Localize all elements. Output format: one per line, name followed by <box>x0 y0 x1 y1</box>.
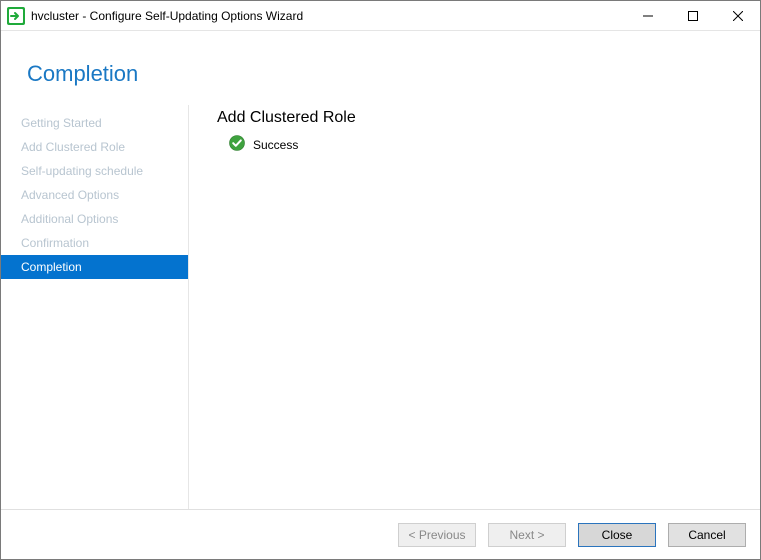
close-window-button[interactable] <box>715 1 760 30</box>
window-controls <box>625 1 760 30</box>
status-row: Success <box>217 135 736 154</box>
titlebar-title: hvcluster - Configure Self-Updating Opti… <box>31 9 625 23</box>
sidebar-item-add-clustered-role[interactable]: Add Clustered Role <box>1 135 188 159</box>
sidebar-item-completion[interactable]: Completion <box>1 255 188 279</box>
content-row: Getting Started Add Clustered Role Self-… <box>1 105 760 509</box>
wizard-steps-sidebar: Getting Started Add Clustered Role Self-… <box>1 105 189 509</box>
sidebar-item-advanced-options[interactable]: Advanced Options <box>1 183 188 207</box>
app-icon <box>7 7 25 25</box>
close-button[interactable]: Close <box>578 523 656 547</box>
sidebar-item-additional-options[interactable]: Additional Options <box>1 207 188 231</box>
status-text: Success <box>253 138 298 152</box>
button-bar: < Previous Next > Close Cancel <box>1 509 760 559</box>
page-title: Completion <box>1 51 760 105</box>
cancel-button[interactable]: Cancel <box>668 523 746 547</box>
sidebar-item-confirmation[interactable]: Confirmation <box>1 231 188 255</box>
wizard-body: Completion Getting Started Add Clustered… <box>1 31 760 559</box>
sidebar-item-getting-started[interactable]: Getting Started <box>1 111 188 135</box>
maximize-button[interactable] <box>670 1 715 30</box>
main-content: Add Clustered Role Success <box>189 105 760 509</box>
previous-button: < Previous <box>398 523 476 547</box>
success-icon <box>229 135 245 154</box>
sidebar-item-self-updating-schedule[interactable]: Self-updating schedule <box>1 159 188 183</box>
titlebar: hvcluster - Configure Self-Updating Opti… <box>1 1 760 31</box>
next-button: Next > <box>488 523 566 547</box>
minimize-button[interactable] <box>625 1 670 30</box>
section-title: Add Clustered Role <box>217 109 736 127</box>
wizard-window: hvcluster - Configure Self-Updating Opti… <box>0 0 761 560</box>
